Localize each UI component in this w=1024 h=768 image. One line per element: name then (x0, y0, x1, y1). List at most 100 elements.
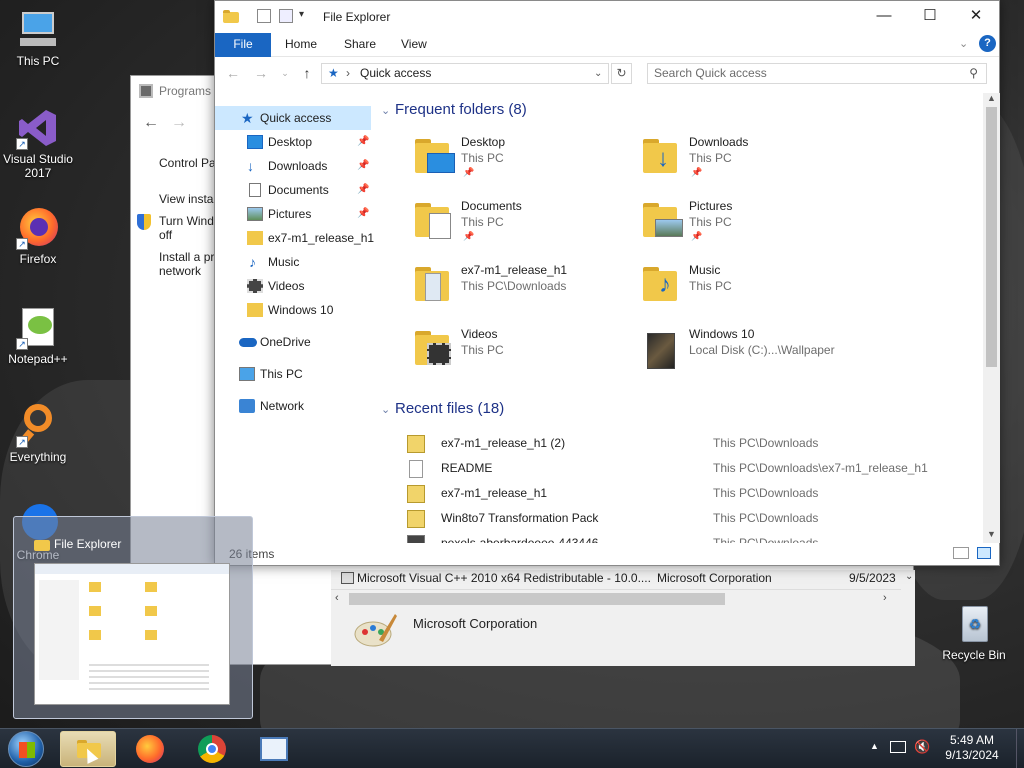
recent-files-header[interactable]: Recent files (18) (395, 400, 504, 417)
nav-item-onedrive[interactable]: OneDrive (215, 330, 371, 354)
thumbnail-image (34, 563, 230, 705)
frequent-folder-downloads[interactable]: ↓ Downloads This PC 📌 (643, 133, 871, 193)
recent-file-row[interactable]: ex7-m1_release_h1 (2) This PC\Downloads (407, 431, 967, 456)
title-bar[interactable]: ▾ File Explorer — ☐ ✕ (215, 1, 999, 33)
tab-share[interactable]: Share (332, 33, 388, 57)
pin-icon[interactable]: 📌 (357, 154, 369, 178)
scrollbar-thumb[interactable] (986, 107, 997, 367)
tab-view[interactable]: View (389, 33, 439, 57)
pin-icon[interactable]: 📌 (357, 202, 369, 226)
tab-file[interactable]: File (215, 33, 271, 57)
new-folder-icon[interactable] (279, 9, 293, 23)
vertical-scrollbar[interactable]: ▲ ▼ (983, 93, 1000, 543)
nav-item-this-pc[interactable]: This PC (215, 362, 371, 386)
notepad-plus-plus-icon: ↗ (16, 306, 60, 350)
pin-icon[interactable]: 📌 (463, 231, 474, 242)
folder-icon (247, 303, 263, 317)
nav-item-network[interactable]: Network (215, 394, 371, 418)
frequent-folder-pictures[interactable]: Pictures This PC 📌 (643, 197, 871, 257)
collapse-chevron-icon[interactable]: ⌄ (381, 104, 390, 117)
back-button[interactable]: ← (223, 63, 243, 83)
pin-icon[interactable]: 📌 (357, 178, 369, 202)
nav-item-music[interactable]: ♪ Music (215, 250, 371, 274)
address-bar[interactable]: ★ › Quick access ⌄ (321, 63, 609, 84)
computer-icon (239, 367, 255, 381)
recent-file-row[interactable]: Win8to7 Transformation Pack This PC\Down… (407, 506, 967, 531)
clock[interactable]: 5:49 AM 9/13/2024 (944, 733, 1000, 763)
recent-locations-icon[interactable]: ⌄ (275, 63, 295, 83)
breadcrumb-separator-icon: › (346, 66, 350, 80)
minimize-button[interactable]: — (861, 1, 907, 31)
nav-item-ex7-m1-release[interactable]: ex7-m1_release_h1 (215, 226, 374, 250)
shortcut-arrow-icon: ↗ (16, 436, 28, 448)
back-button[interactable]: ← (143, 114, 159, 132)
tab-home[interactable]: Home (273, 33, 329, 57)
recent-file-row[interactable]: README This PC\Downloads\ex7-m1_release_… (407, 456, 967, 481)
collapse-chevron-icon[interactable]: ⌄ (381, 403, 390, 416)
breadcrumb[interactable]: Quick access (360, 64, 431, 83)
frequent-folder-music[interactable]: ♪ Music This PC (643, 261, 871, 321)
pin-icon[interactable]: 📌 (691, 231, 702, 242)
scrollbar-thumb[interactable] (349, 593, 725, 605)
file-explorer-window[interactable]: ▾ File Explorer — ☐ ✕ File Home Share Vi… (214, 0, 1000, 566)
volume-muted-icon[interactable]: 🔇 (914, 739, 930, 755)
refresh-button[interactable]: ↻ (611, 63, 632, 84)
expand-ribbon-icon[interactable]: ⌄ (959, 37, 968, 50)
recent-file-row[interactable]: pexels-aberbardeeee-443446 This PC\Downl… (407, 531, 967, 543)
music-folder-icon: ♪ (643, 265, 683, 305)
pin-icon[interactable]: 📌 (691, 167, 702, 178)
nav-item-videos[interactable]: Videos (215, 274, 371, 298)
desktop-icon-notepad-plus-plus[interactable]: ↗ Notepad++ (0, 306, 76, 366)
taskbar-firefox-button[interactable] (122, 731, 178, 767)
frequent-folder-videos[interactable]: Videos This PC (415, 325, 643, 385)
customize-toolbar-icon[interactable]: ▾ (299, 9, 304, 20)
nav-item-desktop[interactable]: Desktop 📌 (215, 130, 371, 154)
taskbar-chrome-button[interactable] (184, 731, 240, 767)
show-hidden-icons-icon[interactable]: ▲ (870, 741, 879, 751)
videos-folder-icon (415, 329, 455, 369)
nav-item-pictures[interactable]: Pictures 📌 (215, 202, 371, 226)
pin-icon[interactable]: 📌 (357, 130, 369, 154)
large-icons-view-icon[interactable] (977, 547, 991, 559)
properties-icon[interactable] (257, 9, 271, 23)
desktop-icon-firefox[interactable]: ↗ Firefox (0, 206, 76, 266)
program-list-row[interactable]: Microsoft Visual C++ 2010 x64 Redistribu… (337, 569, 915, 587)
desktop-icon-this-pc[interactable]: This PC (0, 8, 76, 68)
desktop-folder-icon (415, 137, 455, 177)
start-button[interactable] (8, 731, 44, 767)
nav-item-documents[interactable]: Documents 📌 (215, 178, 371, 202)
forward-button[interactable]: → (171, 114, 187, 132)
frequent-folder-ex7-m1-release[interactable]: ex7-m1_release_h1 This PC\Downloads (415, 261, 643, 321)
frequent-folders-header[interactable]: Frequent folders (8) (395, 101, 527, 118)
desktop-icon-visual-studio[interactable]: ↗ Visual Studio 2017 (0, 106, 76, 180)
scroll-up-icon[interactable]: ▲ (987, 93, 996, 103)
scroll-right-icon[interactable]: › (883, 592, 887, 604)
close-button[interactable]: ✕ (953, 1, 999, 31)
desktop-icon-recycle-bin[interactable]: ♻ Recycle Bin (936, 602, 1012, 662)
horizontal-scrollbar[interactable]: ‹ › (331, 589, 901, 607)
address-dropdown-icon[interactable]: ⌄ (594, 64, 602, 83)
nav-item-quick-access[interactable]: ★ Quick access (215, 106, 371, 130)
search-input[interactable]: Search Quick access ⚲ (647, 63, 987, 84)
pin-icon[interactable]: 📌 (463, 167, 474, 178)
taskbar-control-panel-button[interactable] (246, 731, 302, 767)
forward-button[interactable]: → (251, 63, 271, 83)
help-icon[interactable]: ? (979, 35, 996, 52)
taskbar-thumbnail-preview[interactable]: File Explorer (13, 516, 253, 719)
nav-item-windows-10[interactable]: Windows 10 (215, 298, 371, 322)
scroll-left-icon[interactable]: ‹ (335, 592, 339, 604)
nav-item-downloads[interactable]: ↓ Downloads 📌 (215, 154, 371, 178)
details-view-icon[interactable] (953, 547, 969, 559)
frequent-folder-documents[interactable]: Documents This PC 📌 (415, 197, 643, 257)
up-button[interactable]: ↑ (297, 63, 317, 83)
control-panel-icon (260, 737, 288, 761)
desktop-icon-everything[interactable]: ↗ Everything (0, 404, 76, 464)
maximize-button[interactable]: ☐ (907, 1, 953, 31)
scroll-down-icon[interactable]: ⌄ (905, 571, 913, 582)
recent-file-row[interactable]: ex7-m1_release_h1 This PC\Downloads (407, 481, 967, 506)
scroll-down-icon[interactable]: ▼ (987, 529, 996, 539)
frequent-folder-desktop[interactable]: Desktop This PC 📌 (415, 133, 643, 193)
show-desktop-button[interactable] (1016, 729, 1024, 768)
network-status-icon[interactable] (890, 741, 906, 753)
frequent-folder-windows-10[interactable]: Windows 10 Local Disk (C:)...\Wallpaper (643, 325, 871, 385)
